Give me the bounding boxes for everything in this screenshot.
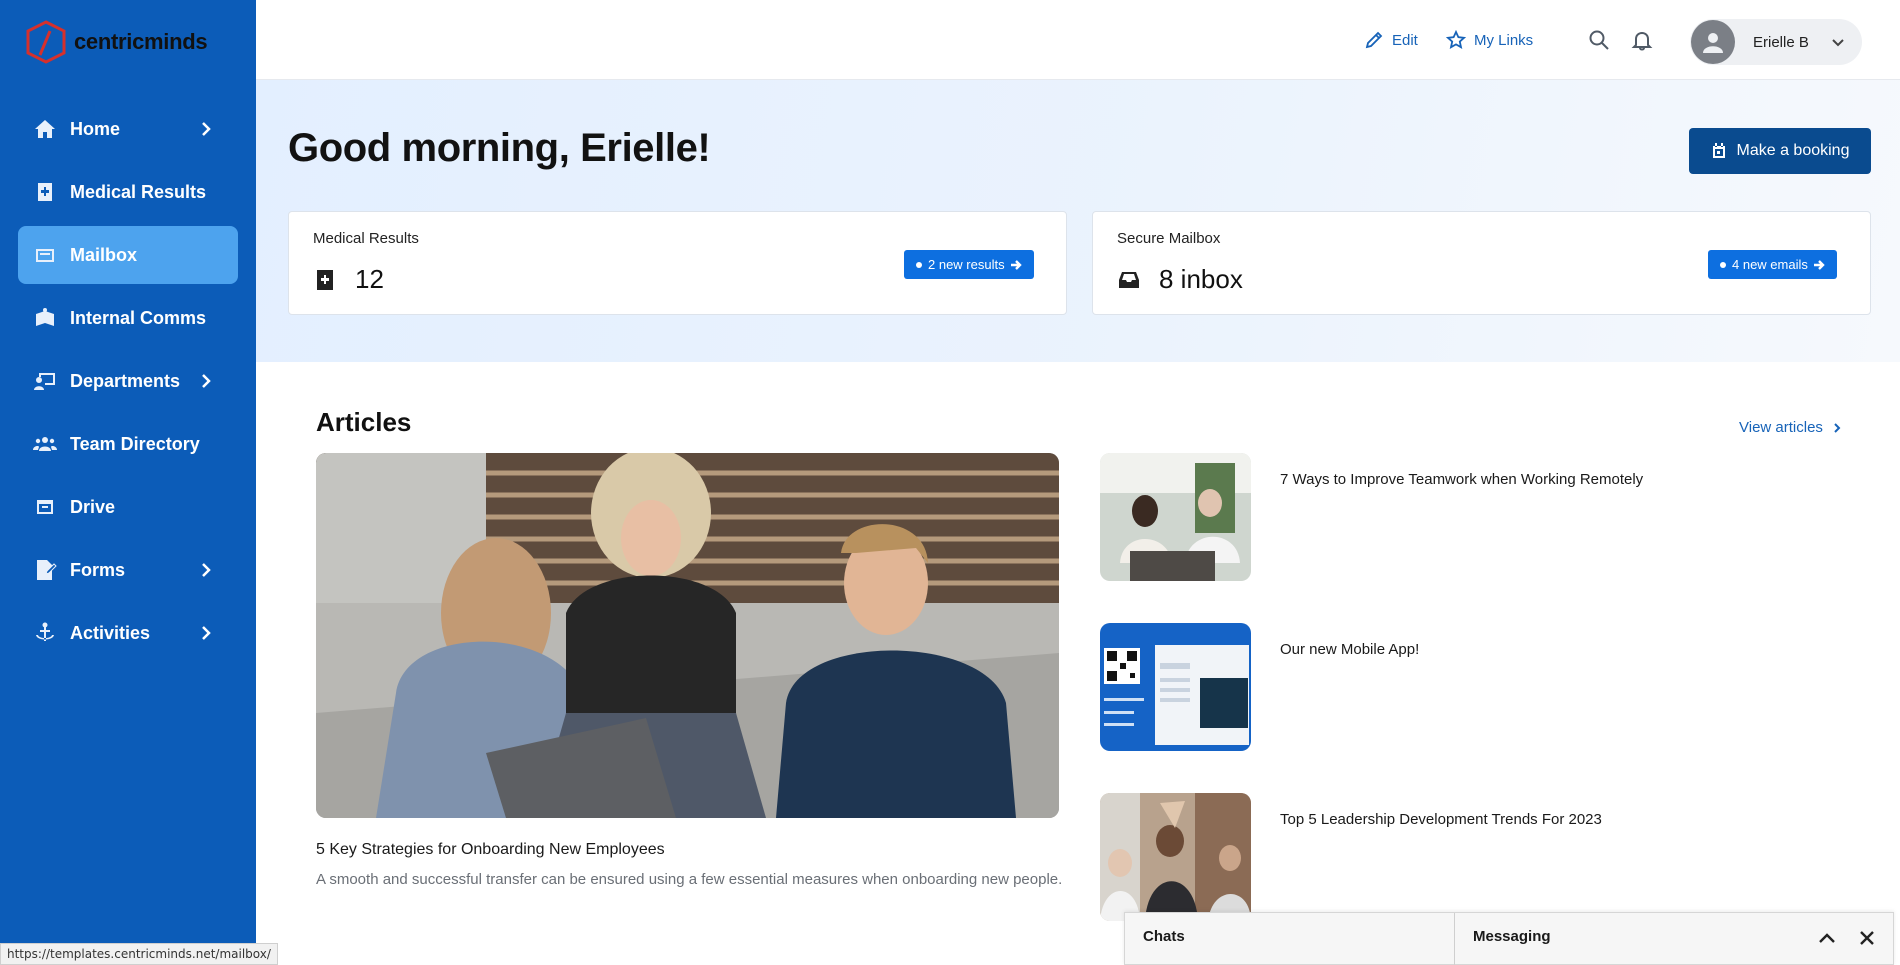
sidebar-item-team-directory[interactable]: Team Directory xyxy=(18,415,238,473)
sidebar-item-medical-results[interactable]: Medical Results xyxy=(18,163,238,221)
medical-plus-icon xyxy=(32,179,58,205)
search-button[interactable] xyxy=(1588,29,1612,53)
sidebar-item-label: Drive xyxy=(70,496,116,517)
sidebar-item-activities[interactable]: Activities xyxy=(18,604,238,662)
featured-article-title[interactable]: 5 Key Strategies for Onboarding New Empl… xyxy=(316,841,665,859)
top-bar: Edit My Links Erielle B xyxy=(256,0,1900,80)
card-value: 12 xyxy=(313,264,384,295)
make-booking-label: Make a booking xyxy=(1736,142,1850,159)
card-value-text: 8 inbox xyxy=(1159,264,1243,294)
close-icon[interactable] xyxy=(1857,928,1877,948)
notifications-button[interactable] xyxy=(1631,29,1655,53)
article-item[interactable]: Our new Mobile App! xyxy=(1100,623,1820,751)
arrow-right-icon xyxy=(1010,259,1022,270)
article-title: Our new Mobile App! xyxy=(1280,641,1420,658)
sidebar-item-label: Forms xyxy=(70,559,126,580)
forms-icon xyxy=(32,557,58,583)
inbox-icon xyxy=(1119,271,1139,288)
sidebar-item-label: Internal Comms xyxy=(70,307,207,328)
sidebar-item-label: Mailbox xyxy=(70,244,138,265)
brand-name: centricminds xyxy=(74,29,208,54)
sidebar-item-label: Activities xyxy=(70,622,151,643)
card-title: Secure Mailbox xyxy=(1117,230,1221,247)
sidebar-nav: Home Medical Results Mailbox Internal Co… xyxy=(18,100,238,667)
search-icon xyxy=(1589,30,1609,50)
browser-status-url: https://templates.centricminds.net/mailb… xyxy=(0,943,278,965)
card-value: 8 inbox xyxy=(1117,264,1243,295)
user-name: Erielle B xyxy=(1753,33,1809,51)
pencil-icon xyxy=(1365,31,1383,49)
new-emails-badge[interactable]: 4 new emails xyxy=(1708,250,1837,279)
team-icon xyxy=(32,431,58,457)
article-item[interactable]: 7 Ways to Improve Teamwork when Working … xyxy=(1100,453,1820,581)
badge-label: 4 new emails xyxy=(1732,257,1808,272)
article-thumbnail xyxy=(1100,623,1251,751)
anchor-icon xyxy=(32,620,58,646)
sidebar-item-home[interactable]: Home xyxy=(18,100,238,158)
view-articles-link[interactable]: View articles xyxy=(1739,419,1843,436)
chevron-right-icon xyxy=(1834,422,1841,433)
chats-tab[interactable]: Chats xyxy=(1143,928,1185,945)
avatar xyxy=(1691,20,1735,64)
sidebar-item-forms[interactable]: Forms xyxy=(18,541,238,599)
sidebar: centricminds Home Medical Results Mailbo… xyxy=(0,0,256,965)
new-results-badge[interactable]: 2 new results xyxy=(904,250,1034,279)
article-title: Top 5 Leadership Development Trends For … xyxy=(1280,811,1602,828)
chevron-right-icon[interactable] xyxy=(196,119,216,139)
sidebar-item-drive[interactable]: Drive xyxy=(18,478,238,536)
star-icon xyxy=(1446,30,1466,49)
sidebar-item-label: Medical Results xyxy=(70,181,207,202)
departments-icon xyxy=(32,368,58,394)
mailbox-icon xyxy=(32,242,58,268)
comms-icon xyxy=(32,305,58,331)
sidebar-item-label: Team Directory xyxy=(70,433,200,454)
messaging-tab[interactable]: Messaging xyxy=(1473,928,1551,945)
edit-label: Edit xyxy=(1392,31,1418,49)
view-articles-label: View articles xyxy=(1739,419,1823,436)
sidebar-item-mailbox[interactable]: Mailbox xyxy=(18,226,238,284)
card-title: Medical Results xyxy=(313,230,419,247)
calendar-icon xyxy=(1712,143,1725,158)
articles-heading: Articles xyxy=(316,407,412,437)
my-links-label: My Links xyxy=(1474,31,1534,49)
sidebar-item-departments[interactable]: Departments xyxy=(18,352,238,410)
medical-results-card[interactable]: Medical Results 12 2 new results xyxy=(288,211,1067,315)
featured-article-summary: A smooth and successful transfer can be … xyxy=(316,871,1063,888)
article-title: 7 Ways to Improve Teamwork when Working … xyxy=(1280,471,1644,488)
chevron-right-icon[interactable] xyxy=(196,560,216,580)
chat-dock: Chats Messaging xyxy=(1124,912,1894,965)
sidebar-item-internal-comms[interactable]: Internal Comms xyxy=(18,289,238,347)
chat-divider xyxy=(1454,913,1455,965)
chevron-up-icon[interactable] xyxy=(1817,928,1837,948)
chevron-right-icon[interactable] xyxy=(196,371,216,391)
card-value-text: 12 xyxy=(355,264,384,294)
dot-icon xyxy=(1720,261,1726,268)
home-icon xyxy=(32,116,58,142)
medical-plus-icon xyxy=(317,269,333,290)
article-thumbnail xyxy=(1100,793,1251,921)
bell-icon xyxy=(1631,31,1653,51)
chevron-right-icon[interactable] xyxy=(196,623,216,643)
logo-mark-icon xyxy=(22,18,70,66)
dot-icon xyxy=(916,261,922,268)
drive-icon xyxy=(32,494,58,520)
brand-logo[interactable]: centricminds xyxy=(22,18,208,66)
article-thumbnail xyxy=(1100,453,1251,581)
people-photo-image xyxy=(316,453,1059,818)
make-booking-button[interactable]: Make a booking xyxy=(1689,128,1871,174)
secure-mailbox-card[interactable]: Secure Mailbox 8 inbox 4 new emails xyxy=(1092,211,1871,315)
user-silhouette-icon xyxy=(1703,33,1723,53)
my-links-button[interactable]: My Links xyxy=(1446,30,1533,50)
arrow-right-icon xyxy=(1813,259,1825,270)
user-menu[interactable]: Erielle B xyxy=(1690,19,1862,65)
greeting-heading: Good morning, Erielle! xyxy=(288,126,711,170)
article-item[interactable]: Top 5 Leadership Development Trends For … xyxy=(1100,793,1820,921)
badge-label: 2 new results xyxy=(928,257,1005,272)
sidebar-item-label: Departments xyxy=(70,370,181,391)
chevron-down-icon xyxy=(1830,34,1846,50)
edit-button[interactable]: Edit xyxy=(1364,30,1418,50)
sidebar-item-label: Home xyxy=(70,118,121,139)
featured-article-image[interactable] xyxy=(316,453,1059,818)
